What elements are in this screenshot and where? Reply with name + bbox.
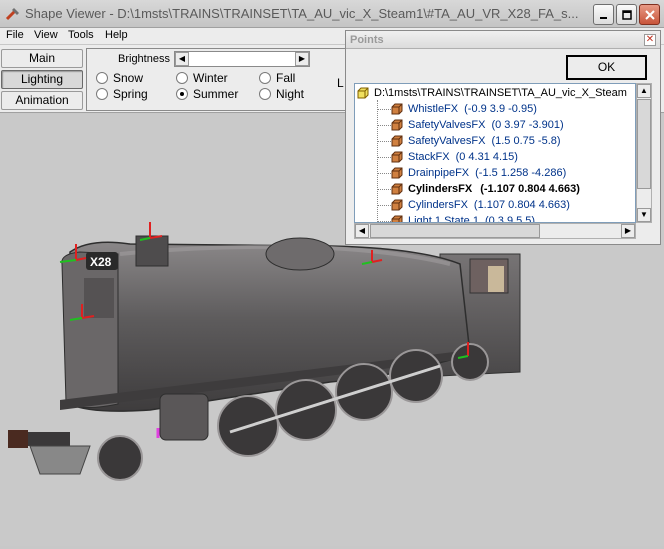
point-cube-icon (391, 103, 403, 115)
tree-branch (378, 189, 391, 190)
radio-summer[interactable]: Summer (176, 87, 238, 101)
wrench-icon (5, 8, 19, 21)
main-button[interactable]: Main (1, 49, 83, 68)
point-coords: (1.107 0.804 4.663) (473, 199, 570, 211)
vertical-scroll-thumb[interactable] (637, 99, 651, 189)
tree-point-item-selected[interactable]: CylindersFX (-1.107 0.804 4.663) (391, 181, 580, 197)
tree-vertical-scrollbar[interactable]: ▲ ▼ (636, 83, 652, 223)
radio-night[interactable]: Night (259, 87, 304, 101)
points-dialog-title: Points (350, 34, 384, 46)
minimize-button[interactable] (593, 4, 614, 25)
radio-button-icon (259, 88, 271, 100)
tree-branch (378, 109, 391, 110)
dialog-close-icon[interactable]: ✕ (644, 34, 656, 46)
tree-root-item[interactable]: D:\1msts\TRAINS\TRAINSET\TA_AU_vic_X_Ste… (357, 87, 627, 99)
clipped-label: L (337, 76, 344, 90)
folder-cube-icon (357, 87, 369, 99)
point-coords: (-1.5 1.258 -4.286) (475, 167, 567, 179)
tree-point-item[interactable]: DrainpipeFX (-1.5 1.258 -4.286) (391, 165, 566, 181)
radio-label: Snow (113, 71, 144, 85)
scroll-down-arrow-icon[interactable]: ▼ (637, 208, 651, 222)
radio-button-icon (176, 88, 188, 100)
tree-point-item[interactable]: CylindersFX (1.107 0.804 4.663) (391, 197, 570, 213)
tree-point-item[interactable]: SafetyValvesFX (0 3.97 -3.901) (391, 117, 564, 133)
scroll-left-arrow-icon[interactable]: ◀ (355, 224, 369, 238)
radio-label: Spring (113, 87, 148, 101)
point-coords: (-1.107 0.804 4.663) (480, 183, 580, 195)
radio-button-icon (176, 72, 188, 84)
point-name: SafetyValvesFX (408, 119, 486, 131)
point-name: SafetyValvesFX (408, 135, 486, 147)
point-coords: (-0.9 3.9 -0.95) (464, 103, 537, 115)
radio-snow[interactable]: Snow (96, 71, 143, 85)
points-dialog: Points ✕ OK D:\1msts\TRAINS\TRAINSET\TA_… (345, 30, 661, 245)
tree-branch (378, 125, 391, 126)
point-cube-icon (391, 151, 403, 163)
point-cube-icon (391, 215, 403, 222)
radio-label: Winter (193, 71, 228, 85)
maximize-icon (621, 9, 632, 20)
root-path: D:\1msts\TRAINS\TRAINSET\TA_AU_vic_X_Ste… (374, 87, 627, 99)
scroll-up-arrow-icon[interactable]: ▲ (637, 84, 651, 98)
radio-label: Night (276, 87, 305, 101)
point-name: StackFX (408, 151, 450, 163)
maximize-button[interactable] (616, 4, 637, 25)
scroll-right-arrow-icon[interactable]: ▶ (621, 224, 635, 238)
tree-point-item[interactable]: WhistleFX (-0.9 3.9 -0.95) (391, 101, 537, 117)
point-coords: (1.5 0.75 -5.8) (491, 135, 561, 147)
points-tree[interactable]: D:\1msts\TRAINS\TRAINSET\TA_AU_vic_X_Ste… (354, 83, 636, 223)
menu-tools[interactable]: Tools (68, 29, 94, 41)
radio-label: Summer (193, 87, 239, 101)
point-cube-icon (391, 135, 403, 147)
point-cube-icon (391, 199, 403, 211)
ok-button[interactable]: OK (566, 55, 647, 80)
radio-label: Fall (276, 71, 296, 85)
slider-left-arrow-icon[interactable]: ◀ (175, 52, 189, 66)
minimize-icon (599, 16, 607, 19)
radio-fall[interactable]: Fall (259, 71, 295, 85)
tree-horizontal-scrollbar[interactable]: ◀ ▶ (354, 223, 636, 239)
menu-help[interactable]: Help (105, 29, 128, 41)
point-coords: (0 3.9 5.5) (484, 215, 536, 223)
tree-branch (378, 221, 391, 222)
point-cube-icon (391, 183, 403, 195)
window-title: Shape Viewer - D:\1msts\TRAINS\TRAINSET\… (25, 6, 579, 21)
tree-branch (378, 141, 391, 142)
point-name: Light 1 State 1 (408, 215, 479, 223)
radio-button-icon (96, 88, 108, 100)
brightness-label: Brightness (118, 53, 170, 65)
radio-button-icon (96, 72, 108, 84)
radio-spring[interactable]: Spring (96, 87, 148, 101)
tree-point-item[interactable]: StackFX (0 4.31 4.15) (391, 149, 518, 165)
radio-button-icon (259, 72, 271, 84)
tree-branch (378, 205, 391, 206)
radio-winter[interactable]: Winter (176, 71, 228, 85)
point-name: DrainpipeFX (408, 167, 470, 179)
points-dialog-title-bar[interactable]: Points ✕ (346, 31, 660, 49)
point-cube-icon (391, 119, 403, 131)
lighting-button[interactable]: Lighting (1, 70, 83, 89)
number-plate: X28 (90, 255, 112, 269)
animation-button[interactable]: Animation (1, 91, 83, 110)
tree-point-item[interactable]: SafetyValvesFX (1.5 0.75 -5.8) (391, 133, 561, 149)
point-name: WhistleFX (408, 103, 459, 115)
tree-branch (378, 157, 391, 158)
horizontal-scroll-thumb[interactable] (370, 224, 540, 238)
title-bar[interactable]: Shape Viewer - D:\1msts\TRAINS\TRAINSET\… (0, 0, 664, 28)
slider-right-arrow-icon[interactable]: ▶ (295, 52, 309, 66)
close-button[interactable] (639, 4, 660, 25)
tree-branch (378, 173, 391, 174)
point-cube-icon (391, 167, 403, 179)
point-coords: (0 4.31 4.15) (455, 151, 518, 163)
tree-point-item[interactable]: Light 1 State 1 (0 3.9 5.5) (391, 213, 536, 223)
close-icon (644, 9, 655, 20)
point-name: CylindersFX (408, 183, 473, 195)
brightness-slider[interactable]: ◀ ▶ (174, 51, 310, 67)
point-name: CylindersFX (408, 199, 468, 211)
menu-view[interactable]: View (34, 29, 58, 41)
menu-file[interactable]: File (6, 29, 24, 41)
point-coords: (0 3.97 -3.901) (491, 119, 564, 131)
